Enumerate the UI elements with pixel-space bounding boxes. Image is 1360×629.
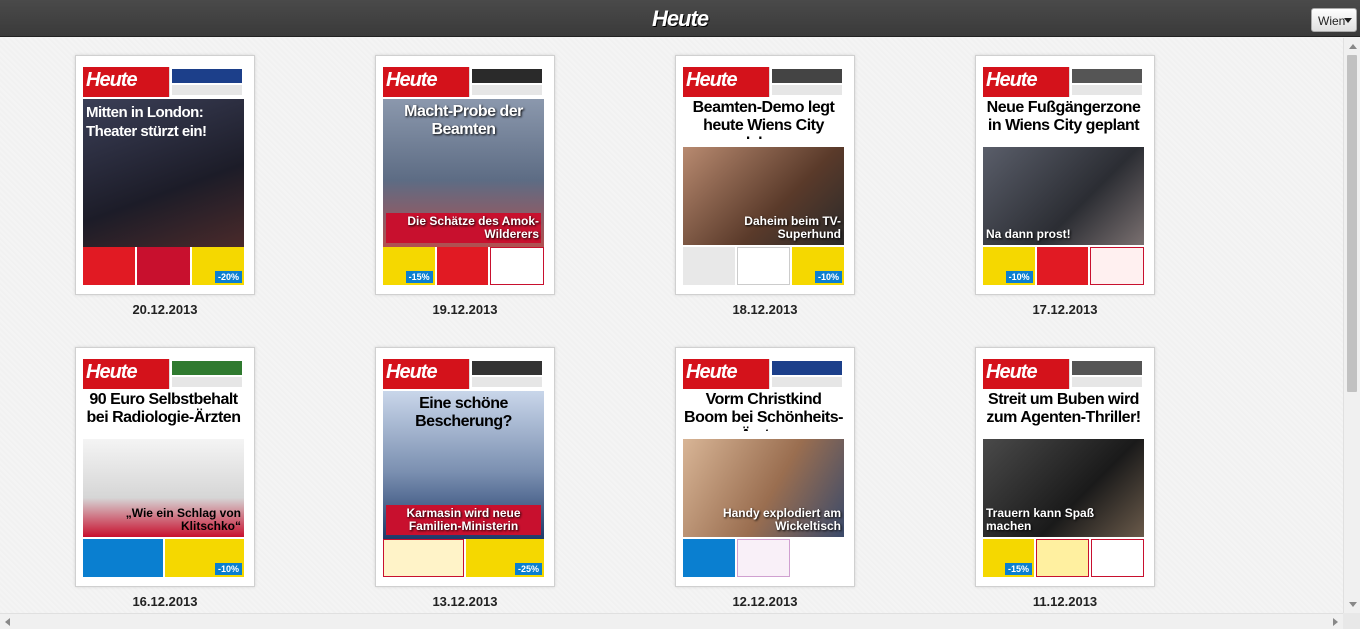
issue-headline: Vorm Christkind Boom bei Schönheits-Ärzt… [684, 391, 843, 431]
issue-date: 19.12.2013 [432, 302, 498, 317]
scroll-down-icon[interactable] [1349, 602, 1357, 607]
issue-headline: 90 Euro Selbstbehalt bei Radiologie-Ärzt… [86, 391, 241, 426]
issue-date: 13.12.2013 [432, 594, 498, 609]
scroll-up-icon[interactable] [1349, 44, 1357, 49]
scrollbar-corner [1343, 613, 1360, 629]
cover-masthead: Heute [983, 67, 1069, 97]
scrollbar-thumb[interactable] [1347, 55, 1357, 392]
vertical-scrollbar[interactable] [1343, 38, 1360, 613]
top-bar: Heute Wien [0, 0, 1360, 37]
cover-masthead: Heute [683, 67, 769, 97]
issue-cover[interactable]: Heute Mitten in London: Theater stürzt e… [75, 55, 255, 295]
cover-masthead: Heute [83, 359, 169, 389]
issue-item[interactable]: Heute Beamten-Demo legt heute Wiens City… [675, 55, 855, 317]
issue-cover[interactable]: Heute Neue Fußgängerzone in Wiens City g… [975, 55, 1155, 295]
issue-grid: Heute Mitten in London: Theater stürzt e… [0, 38, 1343, 613]
issue-caption: „Wie ein Schlag von Klitschko“ [125, 506, 241, 533]
issue-cover[interactable]: Heute Vorm Christkind Boom bei Schönheit… [675, 347, 855, 587]
issue-caption: Karmasin wird neue Familien-Ministerin [386, 505, 541, 535]
cover-masthead: Heute [683, 359, 769, 389]
scroll-left-icon[interactable] [5, 618, 10, 626]
issue-headline: Macht-Probe der Beamten [404, 103, 523, 138]
issue-item[interactable]: Heute Vorm Christkind Boom bei Schönheit… [675, 347, 855, 609]
issue-cover[interactable]: Heute 90 Euro Selbstbehalt bei Radiologi… [75, 347, 255, 587]
region-select-value: Wien [1318, 14, 1346, 28]
issue-headline: Beamten-Demo legt heute Wiens City lahm [692, 99, 835, 139]
cover-masthead: Heute [383, 67, 469, 97]
issue-date: 18.12.2013 [732, 302, 798, 317]
issue-cover[interactable]: Heute Macht-Probe der Beamten Die Schätz… [375, 55, 555, 295]
issue-headline: Mitten in London: Theater stürzt ein! [86, 104, 207, 140]
issue-headline: Neue Fußgängerzone in Wiens City geplant [986, 99, 1141, 134]
issue-item[interactable]: Heute Macht-Probe der Beamten Die Schätz… [375, 55, 555, 317]
cover-masthead: Heute [83, 67, 169, 97]
issue-date: 11.12.2013 [1032, 594, 1098, 609]
issue-date: 20.12.2013 [132, 302, 198, 317]
issue-cover[interactable]: Heute Streit um Buben wird zum Agenten-T… [975, 347, 1155, 587]
issue-cover[interactable]: Heute Beamten-Demo legt heute Wiens City… [675, 55, 855, 295]
issue-caption: Trauern kann Spaß machen [986, 506, 1095, 533]
issue-caption: Handy explodiert am Wickeltisch [722, 506, 841, 533]
issue-item[interactable]: Heute Eine schöne Bescherung? Karmasin w… [375, 347, 555, 609]
cover-masthead: Heute [983, 359, 1069, 389]
issue-date: 17.12.2013 [1032, 302, 1098, 317]
issue-item[interactable]: Heute Mitten in London: Theater stürzt e… [75, 55, 255, 317]
issue-item[interactable]: Heute 90 Euro Selbstbehalt bei Radiologi… [75, 347, 255, 609]
scroll-right-icon[interactable] [1333, 618, 1338, 626]
chevron-down-icon [1344, 18, 1352, 23]
region-select[interactable]: Wien [1311, 8, 1357, 32]
issue-date: 12.12.2013 [732, 594, 798, 609]
issue-headline: Eine schöne Bescherung? [415, 395, 512, 430]
cover-masthead: Heute [383, 359, 469, 389]
issue-headline: Streit um Buben wird zum Agenten-Thrille… [986, 391, 1141, 426]
issue-caption: Daheim beim TV-Superhund [744, 214, 841, 241]
issue-cover[interactable]: Heute Eine schöne Bescherung? Karmasin w… [375, 347, 555, 587]
issue-caption: Na dann prost! [986, 227, 1071, 241]
issue-item[interactable]: Heute Neue Fußgängerzone in Wiens City g… [975, 55, 1155, 317]
issue-item[interactable]: Heute Streit um Buben wird zum Agenten-T… [975, 347, 1155, 609]
horizontal-scrollbar[interactable] [0, 613, 1343, 629]
brand-logo: Heute [651, 6, 709, 31]
issue-caption: Die Schätze des Amok-Wilderers [386, 213, 541, 243]
issue-date: 16.12.2013 [132, 594, 198, 609]
